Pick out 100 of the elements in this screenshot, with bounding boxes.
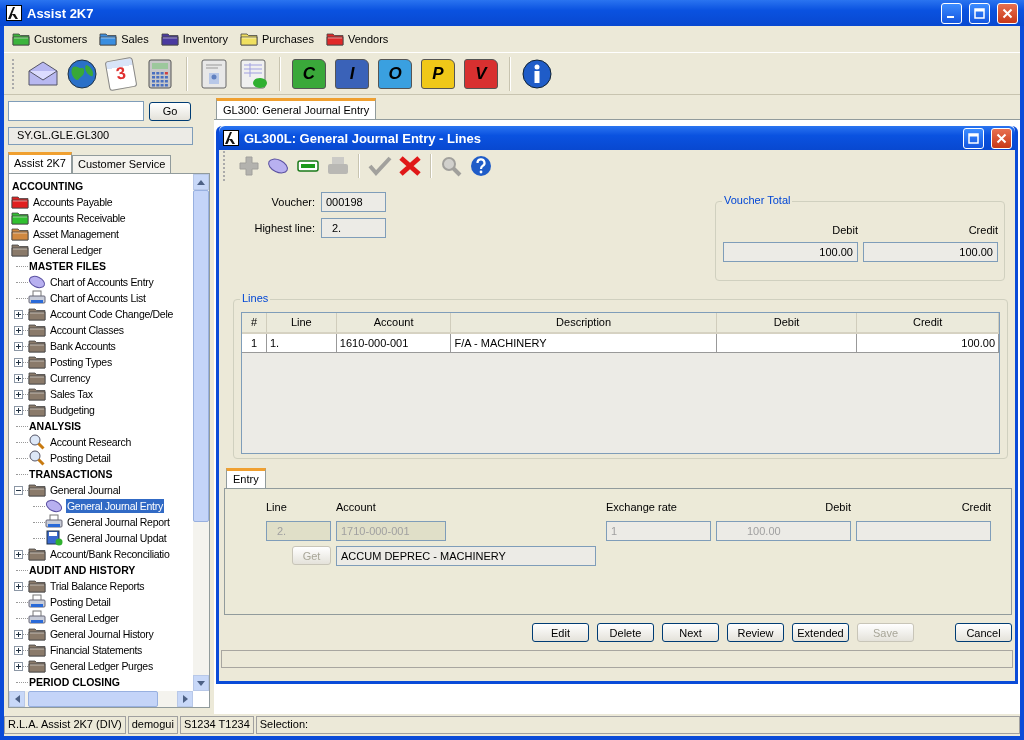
collapse-toggle[interactable] [14, 485, 23, 495]
form-button[interactable]: Extended [792, 623, 849, 642]
menu-item[interactable]: Customers [12, 32, 88, 46]
tree-heading[interactable]: TRANSACTIONS [28, 467, 114, 481]
credit-total-field: 100.00 [863, 242, 998, 262]
tree-item[interactable]: Posting Types [49, 355, 113, 369]
tab[interactable]: GL300: General Journal Entry [216, 98, 377, 119]
field-label: Line [266, 501, 288, 515]
tree-item[interactable]: Currency [49, 371, 92, 385]
lettered-folder-icon[interactable]: O [378, 58, 412, 89]
close-button[interactable] [991, 127, 1012, 149]
credit-field[interactable] [856, 521, 991, 541]
field-label: Credit [967, 224, 998, 236]
tree-item[interactable]: Posting Detail [49, 595, 112, 609]
tree-item[interactable]: Chart of Accounts List [49, 291, 147, 305]
tree-heading[interactable]: MASTER FILES [28, 259, 107, 273]
tree-item[interactable]: Account Research [49, 435, 132, 449]
menu-item[interactable]: Purchases [239, 32, 314, 46]
column-header[interactable]: Debit [716, 313, 858, 332]
tab[interactable]: Entry [226, 468, 266, 488]
column-header[interactable]: Line [266, 313, 337, 332]
expand-toggle[interactable] [14, 629, 23, 639]
tree-heading[interactable]: PERIOD CLOSING [28, 675, 121, 689]
vertical-scrollbar[interactable] [193, 174, 209, 691]
tree-item[interactable]: Account/Bank Reconciliatio [49, 547, 171, 561]
printer-icon [28, 610, 46, 626]
cancel-icon[interactable] [398, 155, 422, 177]
maximize-button[interactable] [969, 2, 990, 24]
expand-toggle[interactable] [14, 357, 23, 367]
tree-item[interactable]: Chart of Accounts Entry [49, 275, 155, 289]
capsule-icon[interactable] [266, 155, 290, 177]
lettered-folder-icon[interactable]: V [464, 58, 498, 89]
close-button[interactable] [997, 2, 1018, 24]
go-button[interactable]: Go [149, 101, 191, 121]
tree-item[interactable]: General Journal [49, 483, 122, 497]
search-field[interactable] [8, 101, 144, 121]
menu-item[interactable]: Sales [99, 32, 149, 46]
tab[interactable]: Customer Service [71, 155, 172, 173]
form-button[interactable]: Delete [597, 623, 654, 642]
horizontal-scrollbar[interactable] [9, 691, 193, 707]
magnifier-icon [28, 434, 46, 450]
tree-heading[interactable]: ACCOUNTING [11, 179, 85, 193]
form-button[interactable]: Next [662, 623, 719, 642]
menu-item[interactable]: Inventory [160, 32, 228, 46]
expand-toggle[interactable] [14, 325, 23, 335]
tree-item[interactable]: General Journal Report [66, 515, 171, 529]
tree-item[interactable]: General Journal History [49, 627, 155, 641]
expand-toggle[interactable] [14, 309, 23, 319]
lettered-folder-icon[interactable]: I [335, 58, 369, 89]
expand-toggle[interactable] [14, 549, 23, 559]
scroll-right-icon[interactable] [182, 695, 188, 703]
tree-item[interactable]: Budgeting [49, 403, 96, 417]
form-button[interactable]: Review [727, 623, 784, 642]
menu-item[interactable]: Vendors [325, 32, 389, 46]
tree-item[interactable]: Trial Balance Reports [49, 579, 146, 593]
expand-toggle[interactable] [14, 661, 23, 671]
calendar-icon[interactable]: 3 [104, 56, 138, 91]
expand-toggle[interactable] [14, 645, 23, 655]
expand-toggle[interactable] [14, 389, 23, 399]
tree-heading[interactable]: ANALYSIS [28, 419, 83, 433]
tree-item[interactable]: Asset Management [32, 227, 120, 241]
expand-toggle[interactable] [14, 581, 23, 591]
tree-item[interactable]: General Journal Entry [66, 499, 164, 513]
form-button[interactable]: Cancel [955, 623, 1012, 642]
voucher-field: 000198 [321, 192, 386, 212]
account-name-field[interactable]: ACCUM DEPREC - MACHINERY [336, 546, 596, 566]
capsule-icon [45, 499, 63, 513]
path-field: SY.GL.GLE.GL300 [8, 127, 193, 145]
lettered-folder-icon[interactable]: C [292, 58, 326, 89]
tree-item[interactable]: Sales Tax [49, 387, 94, 401]
expand-toggle[interactable] [14, 373, 23, 383]
scroll-left-icon[interactable] [14, 695, 20, 703]
tree-item[interactable]: Account Code Change/Dele [49, 307, 174, 321]
maximize-button[interactable] [963, 127, 984, 149]
expand-toggle[interactable] [14, 405, 23, 415]
scroll-up-icon[interactable] [197, 179, 205, 185]
column-header[interactable]: Description [451, 313, 717, 332]
minimize-button[interactable] [941, 2, 962, 24]
lettered-folder-icon[interactable]: P [421, 58, 455, 89]
tree-item[interactable]: Accounts Receivable [32, 211, 127, 225]
info-icon[interactable] [520, 56, 554, 91]
tab[interactable]: Assist 2K7 [8, 152, 72, 173]
column-header[interactable]: # [242, 313, 267, 332]
tree-item[interactable]: Accounts Payable [32, 195, 114, 209]
tree-item[interactable]: General Ledger [32, 243, 103, 257]
column-header[interactable]: Credit [857, 313, 999, 332]
globe-icon[interactable] [65, 56, 99, 91]
tree-item[interactable]: Financial Statements [49, 643, 144, 657]
help-icon[interactable] [470, 155, 492, 177]
tree-item[interactable]: Account Classes [49, 323, 125, 337]
tree-item[interactable]: General Ledger [49, 611, 120, 625]
tree-heading[interactable]: AUDIT AND HISTORY [28, 563, 137, 577]
tree-item[interactable]: Posting Detail [49, 451, 112, 465]
tree-item[interactable]: General Journal Updat [66, 531, 168, 545]
form-button[interactable]: Edit [532, 623, 589, 642]
column-header[interactable]: Account [336, 313, 452, 332]
tree-item[interactable]: Bank Accounts [49, 339, 117, 353]
scroll-down-icon[interactable] [197, 680, 205, 686]
expand-toggle[interactable] [14, 341, 23, 351]
tree-item[interactable]: General Ledger Purges [49, 659, 154, 673]
